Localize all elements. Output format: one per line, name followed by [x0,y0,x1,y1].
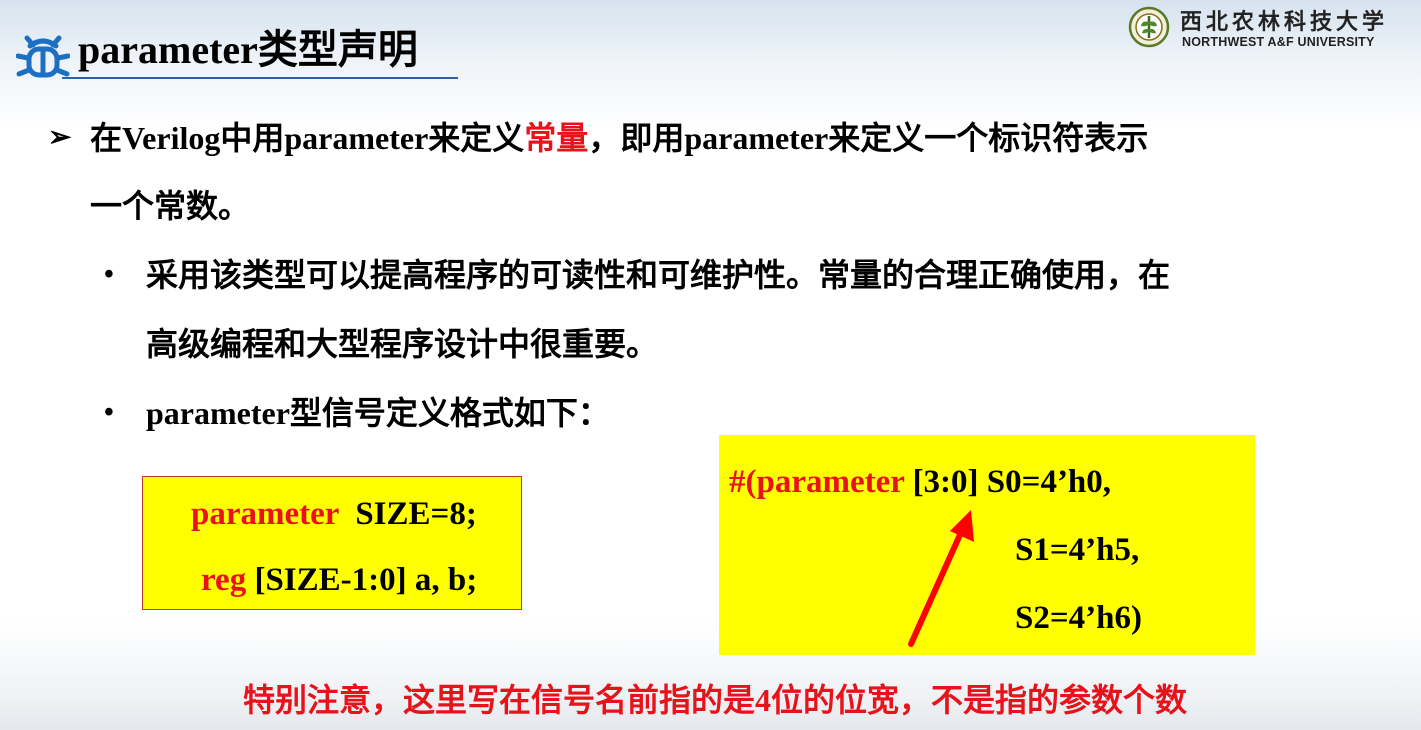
bullet-1-line-1: 采用该类型可以提高程序的可读性和可维护性。常量的合理正确使用，在 [146,257,1171,293]
p1-post-text: ，即用parameter来定义一个标识符表示 [588,120,1149,156]
logo-chinese-name: 西北农林科技大学 [1180,9,1389,35]
bullet-2-text: parameter型信号定义格式如下： [146,395,610,431]
bug-icon [16,35,70,78]
paragraph-line-2: 一个常数。 [90,188,251,224]
dot-bullet-icon: • [104,259,114,290]
university-logo: 西北农林科技大学 NORTHWEST A&F UNIVERSITY [1128,4,1408,50]
page-title: parameter类型声明 [78,27,418,72]
title-underline [62,77,458,79]
logo-english-name: NORTHWEST A&F UNIVERSITY [1182,35,1375,49]
paragraph-line-1: 在Verilog中用parameter来定义常量，即用parameter来定义一… [90,118,1148,158]
code-keyword: reg [201,562,247,598]
p1-highlight-text: 常量 [524,120,589,156]
arrow-bullet-icon: ➢ [48,122,72,153]
dot-bullet-icon: • [104,397,114,428]
code-left-line-1: parameter SIZE=8; [191,494,477,534]
code-box-right: #(parameter [3:0] S0=4’h0, S1=4’h5, S2=4… [719,435,1255,655]
code-text: [3:0] S0=4’h0, [904,464,1112,500]
p1-pre-text: 在Verilog中用parameter来定义 [90,120,525,156]
code-right-line-1: #(parameter [3:0] S0=4’h0, [729,462,1111,502]
code-right-line-2: S1=4’h5, [1015,532,1140,568]
code-keyword: parameter [191,496,339,532]
warning-note: 特别注意，这里写在信号名前指的是4位的位宽，不是指的参数个数 [243,682,1188,718]
code-keyword: #(parameter [729,464,905,500]
code-box-left: parameter SIZE=8; reg [SIZE-1:0] a, b; [142,476,522,610]
code-text: [SIZE-1:0] a, b; [246,562,478,598]
university-emblem-icon [1128,6,1170,48]
code-right-line-3: S2=4’h6) [1015,600,1142,636]
bullet-1-line-2: 高级编程和大型程序设计中很重要。 [146,326,659,362]
code-left-line-2: reg [SIZE-1:0] a, b; [201,560,477,600]
code-text: SIZE=8; [338,496,477,532]
